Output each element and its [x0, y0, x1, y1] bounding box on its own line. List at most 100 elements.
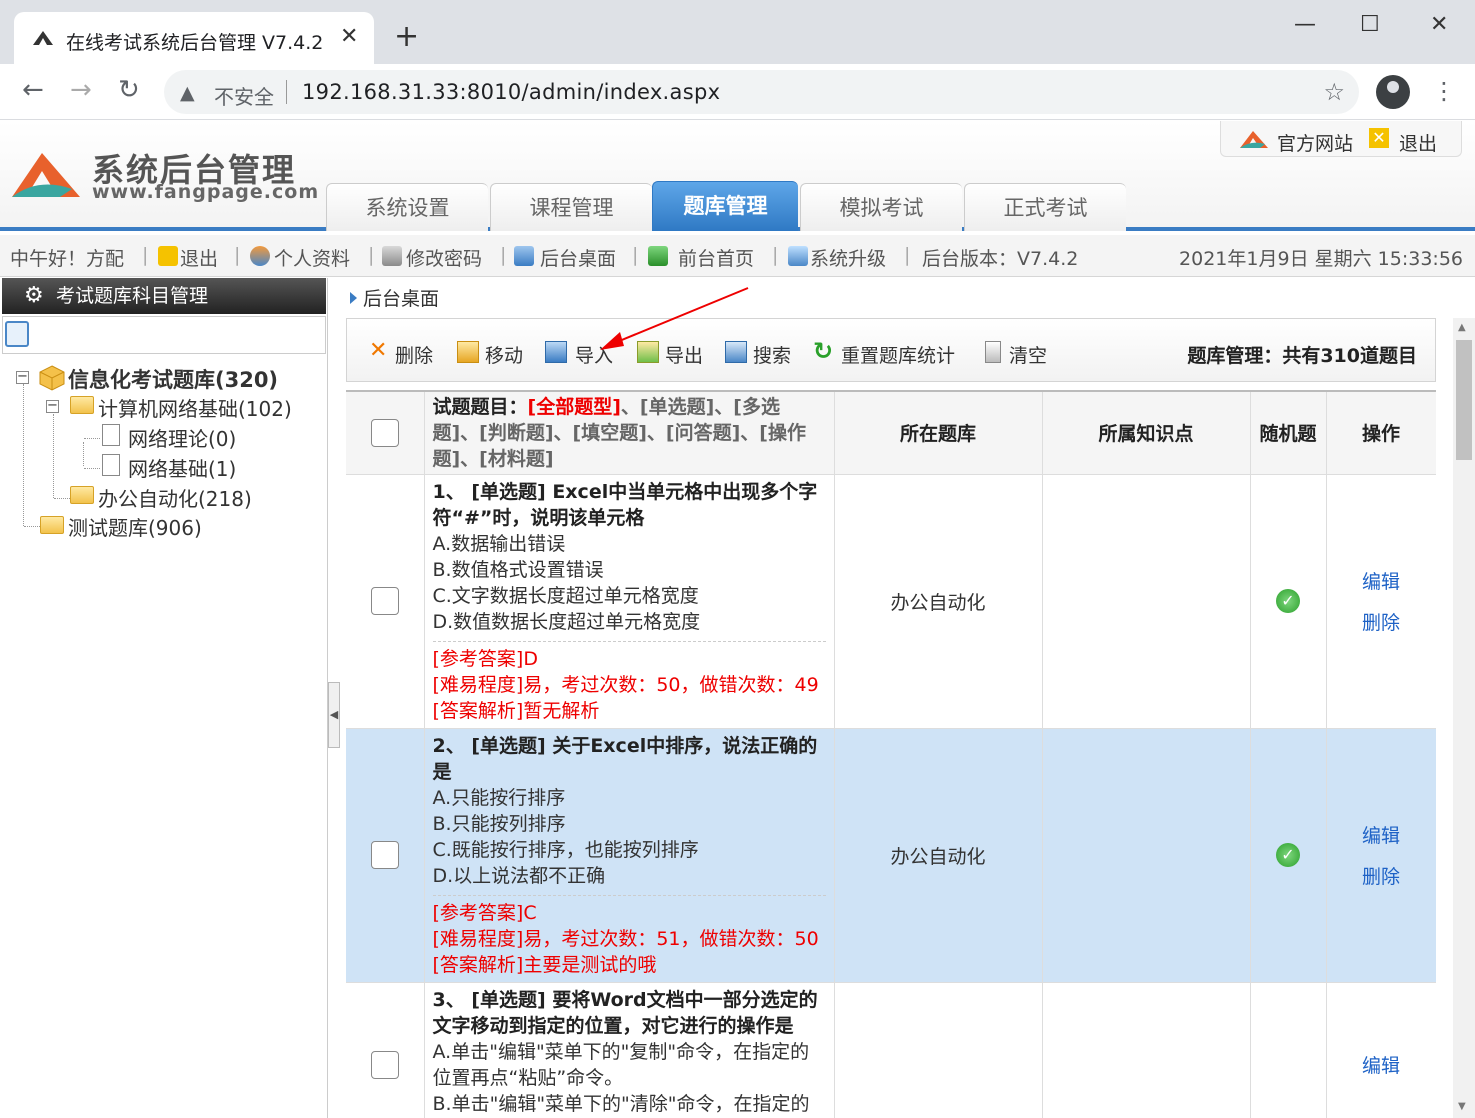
tab-close-icon[interactable]: ✕: [340, 24, 358, 49]
tree-collapse-toggle[interactable]: −: [46, 399, 59, 413]
insecure-label[interactable]: 不安全: [214, 81, 274, 110]
question-option: A.数据输出错误: [432, 532, 566, 555]
browser-tab[interactable]: 在线考试系统后台管理 V7.4.2 ✕: [14, 12, 374, 64]
separator: |: [368, 244, 375, 266]
top-links: 官方网站 ✕ 退出: [1220, 121, 1462, 157]
home-icon: [648, 246, 668, 266]
logout-icon: [158, 246, 178, 266]
question-option: A.只能按行排序: [432, 786, 566, 809]
nav-tab-course[interactable]: 课程管理: [490, 183, 652, 231]
header-question-cell: 试题题目：[全部题型]、[单选题]、[多选题]、[判断题]、[填空题]、[问答题…: [424, 392, 835, 475]
desktop-link[interactable]: 后台桌面: [540, 244, 616, 271]
question-table-wrapper: 试题题目：[全部题型]、[单选题]、[多选题]、[判断题]、[填空题]、[问答题…: [346, 390, 1436, 1118]
select-all-checkbox[interactable]: [370, 418, 399, 447]
move-button[interactable]: 移动: [485, 341, 523, 368]
address-bar[interactable]: ▲ 不安全 192.168.31.33:8010/admin/index.asp…: [164, 70, 1359, 114]
question-knowledge: [1042, 474, 1251, 729]
maximize-icon[interactable]: ☐: [1360, 12, 1380, 37]
nav-tab-formal-exam[interactable]: 正式考试: [964, 183, 1126, 231]
breadcrumb[interactable]: 后台桌面: [363, 284, 439, 311]
breadcrumb-arrow-icon: [350, 292, 357, 304]
minimize-icon[interactable]: —: [1294, 12, 1316, 37]
address-separator: [286, 80, 287, 104]
password-icon: [382, 246, 402, 266]
left-panel: ⚙ 考试题库科目管理 − 信息化考试题库(320) − 计算机网络基础(102)…: [0, 278, 328, 1118]
question-option: B.只能按列排序: [432, 812, 566, 835]
import-icon: [545, 341, 567, 363]
question-difficulty: [难易程度]易，考过次数：51，做错次数：50: [432, 927, 819, 950]
delete-link[interactable]: 删除: [1327, 608, 1436, 635]
bookmark-star-icon[interactable]: ☆: [1323, 78, 1345, 106]
scroll-down-icon[interactable]: ▼: [1458, 1101, 1466, 1112]
window-close-icon[interactable]: ✕: [1430, 12, 1448, 37]
delete-link[interactable]: 删除: [1327, 862, 1436, 889]
separator: |: [142, 244, 149, 266]
question-knowledge: [1042, 728, 1251, 983]
action-toolbar: ✕ 删除 移动 导入 导出 搜索 ↻ 重置题库统计 清空 题库管理：共有310道…: [346, 318, 1436, 382]
panel-collapse-handle[interactable]: ◀: [328, 682, 340, 748]
password-link[interactable]: 修改密码: [406, 244, 482, 271]
document-icon: [102, 424, 120, 446]
delete-button[interactable]: 删除: [395, 341, 433, 368]
profile-link[interactable]: 个人资料: [274, 244, 350, 271]
row-checkbox[interactable]: [370, 1050, 399, 1079]
row-checkbox[interactable]: [370, 841, 399, 869]
scrollbar-thumb[interactable]: [1456, 340, 1472, 460]
clear-button[interactable]: 清空: [1009, 341, 1047, 368]
edit-link[interactable]: 编辑: [1327, 567, 1436, 594]
question-bank: 办公自动化: [834, 474, 1043, 729]
logout-link[interactable]: 退出: [1399, 129, 1437, 156]
question-title: 3、 [单选题] 要将Word文档中一部分选定的文字移动到指定的位置，对它进行的…: [432, 988, 818, 1037]
upgrade-link[interactable]: 系统升级: [810, 244, 886, 271]
question-title: 2、 [单选题] 关于Excel中排序，说法正确的是: [432, 734, 818, 783]
check-icon: ✓: [1276, 589, 1300, 613]
tree-node-test-bank[interactable]: 测试题库(906): [68, 512, 202, 541]
browser-tabstrip: 在线考试系统后台管理 V7.4.2 ✕ + — ☐ ✕: [0, 0, 1475, 64]
filter-all-types[interactable]: [全部题型]: [528, 396, 621, 418]
scroll-up-icon[interactable]: ▲: [1458, 322, 1466, 333]
tree-node-network-theory[interactable]: 网络理论(0): [128, 423, 236, 452]
profile-avatar-icon[interactable]: [1376, 75, 1410, 109]
browser-menu-icon[interactable]: ⋮: [1432, 76, 1456, 106]
tree-node-office[interactable]: 办公自动化(218): [98, 483, 252, 512]
browser-toolbar: ← → ↻ ▲ 不安全 192.168.31.33:8010/admin/ind…: [0, 64, 1475, 120]
row-checkbox[interactable]: [370, 587, 399, 615]
edit-link[interactable]: 编辑: [1327, 1051, 1436, 1078]
tree-search-input[interactable]: [31, 317, 325, 353]
back-icon[interactable]: ←: [22, 76, 44, 104]
separator: |: [772, 244, 779, 266]
tree-node-network-basics[interactable]: 网络基础(1): [128, 453, 236, 482]
url-text[interactable]: 192.168.31.33:8010/admin/index.aspx: [302, 80, 720, 104]
logo-url: www.fangpage.com: [92, 181, 320, 203]
info-bar: 中午好！方配 | 退出 | 个人资料 | 修改密码 | 后台桌面 | 前台首页 …: [0, 235, 1475, 277]
tree-node-network[interactable]: 计算机网络基础(102): [98, 393, 292, 422]
new-tab-icon[interactable]: +: [394, 22, 419, 52]
reload-icon[interactable]: ↻: [118, 76, 140, 104]
reset-stats-button[interactable]: 重置题库统计: [841, 341, 955, 368]
edit-link[interactable]: 编辑: [1327, 821, 1436, 848]
header-checkbox-cell: [346, 392, 425, 475]
gear-icon: ⚙: [24, 283, 44, 308]
vertical-scrollbar[interactable]: ▲ ▼: [1453, 318, 1475, 1118]
infobar-logout-link[interactable]: 退出: [180, 244, 218, 271]
table-header-row: 试题题目：[全部题型]、[单选题]、[多选题]、[判断题]、[填空题]、[问答题…: [346, 392, 1436, 475]
home-link[interactable]: 前台首页: [678, 244, 754, 271]
nav-tab-system[interactable]: 系统设置: [326, 183, 488, 231]
warning-icon[interactable]: ▲: [180, 82, 195, 104]
search-icon[interactable]: [5, 321, 29, 347]
question-title: 1、 [单选题] Excel中当单元格中出现多个字符“#”时，说明该单元格: [432, 480, 818, 529]
question-option: A.单击"编辑"菜单下的"复制"命令，在指定的位置再点“粘贴”命令。: [432, 1040, 810, 1089]
nav-tab-question-bank[interactable]: 题库管理: [652, 181, 798, 231]
table-row: 2、 [单选题] 关于Excel中排序，说法正确的是 A.只能按行排序 B.只能…: [346, 728, 1436, 983]
left-panel-title: 考试题库科目管理: [56, 285, 209, 307]
random-cell: [1250, 982, 1327, 1118]
tree-search-box: [2, 316, 326, 354]
tree-collapse-toggle[interactable]: −: [16, 370, 29, 384]
header-operation: 操作: [1326, 392, 1436, 475]
forward-icon[interactable]: →: [70, 76, 92, 104]
table-row: 1、 [单选题] Excel中当单元格中出现多个字符“#”时，说明该单元格 A.…: [346, 474, 1436, 729]
tree-node-root[interactable]: 信息化考试题库(320): [68, 364, 278, 394]
question-difficulty: [难易程度]易，考过次数：50，做错次数：49: [432, 673, 819, 696]
official-site-link[interactable]: 官方网站: [1277, 129, 1353, 156]
nav-tab-mock-exam[interactable]: 模拟考试: [800, 183, 962, 231]
